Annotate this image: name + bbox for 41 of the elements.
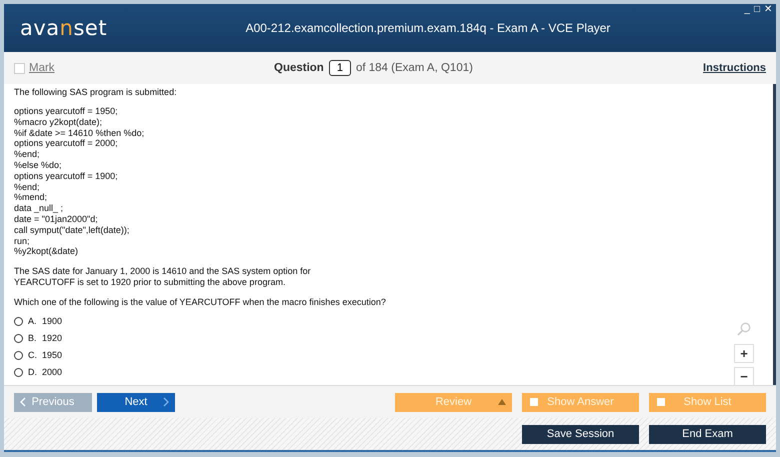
logo: avanset [20,16,108,40]
close-button[interactable]: ✕ [764,4,772,16]
search-icon[interactable] [737,322,751,336]
question-count: of 184 (Exam A, Q101) [356,62,473,74]
maximize-button[interactable]: □ [754,4,760,16]
minimize-button[interactable]: _ [744,4,750,16]
code-line: run; [14,236,31,246]
code-line: options yearcutoff = 2000; [14,138,119,150]
code-line: %if &date >= 14610 %then %do; [14,128,146,138]
answer-option[interactable]: C. 1950 [14,348,62,362]
code-line: call symput("date",left(date)); [14,224,130,236]
zoom-out-button[interactable]: − [734,367,754,386]
question-number-field[interactable]: 1 [328,60,351,76]
code-line: options yearcutoff = 1900; [14,170,119,182]
code-line: %macro y2kopt(date); [14,116,104,128]
code-line: data _null_ ; [14,203,64,214]
mark-checkbox[interactable]: Mark [14,62,274,74]
window-title: A00-212.examcollection.premium.exam.184q - Exam A - VCE Player [244,21,612,35]
code-line: date = "01jan2000"d; [14,214,99,225]
instructions-link[interactable]: Instructions [703,62,766,74]
code-line: options yearcutoff = 1950; [14,106,119,117]
code-line: %end; [14,149,41,160]
question-text: YEARCUTOFF is set to 1920 prior to submitting the above program. [14,276,286,288]
code-line: %end; [14,182,41,192]
answer-option[interactable]: D. 2000 [14,366,62,379]
question-prompt: Which one of the following is the value of YEARCUTOFF when the macro finishes execution? [14,296,387,307]
scrollbar[interactable] [773,84,776,385]
answer-option[interactable]: B. 1920 [14,332,62,345]
code-line: %else %do; [14,160,63,171]
answer-option[interactable]: A. 1900 [14,314,62,328]
zoom-in-button[interactable]: + [734,344,754,363]
next-button[interactable]: Next [97,392,175,412]
footer-button[interactable]: End Exam [649,424,766,444]
question-text: The SAS date for January 1, 2000 is 14610 and the SAS system option for [14,266,312,277]
code-line: %mend; [14,192,48,204]
chevron-right-icon [163,397,169,407]
code-line: %y2kopt(&date) [14,246,80,258]
question-label: Question [274,62,324,74]
question-intro: The following SAS program is submitted: [14,87,178,97]
footer-button[interactable]: Save Session [522,424,639,444]
chevron-left-icon [20,397,26,407]
